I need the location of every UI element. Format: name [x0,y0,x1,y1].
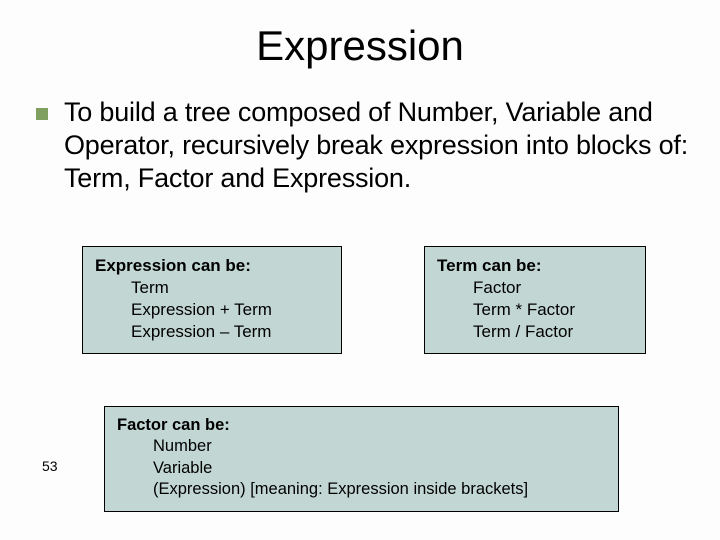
term-box: Term can be: Factor Term * Factor Term /… [424,246,646,354]
box-item: (Expression) [meaning: Expression inside… [117,479,606,500]
box-heading: Term can be: [437,255,633,277]
box-item: Term [95,277,329,299]
box-item: Term * Factor [437,299,633,321]
box-item: Variable [117,458,606,479]
box-heading: Factor can be: [117,415,606,436]
box-item: Term / Factor [437,321,633,343]
bullet-text: To build a tree composed of Number, Vari… [64,96,720,195]
factor-box: Factor can be: Number Variable (Expressi… [104,406,619,512]
box-item: Factor [437,277,633,299]
page-number: 53 [42,458,58,474]
expression-box: Expression can be: Term Expression + Ter… [82,246,342,354]
slide: Expression To build a tree composed of N… [0,0,720,540]
box-item: Expression + Term [95,299,329,321]
box-heading: Expression can be: [95,255,329,277]
square-bullet-icon [36,108,48,120]
box-item: Expression – Term [95,321,329,343]
slide-title: Expression [0,22,720,70]
bullet-row: To build a tree composed of Number, Vari… [36,96,720,195]
box-item: Number [117,436,606,457]
